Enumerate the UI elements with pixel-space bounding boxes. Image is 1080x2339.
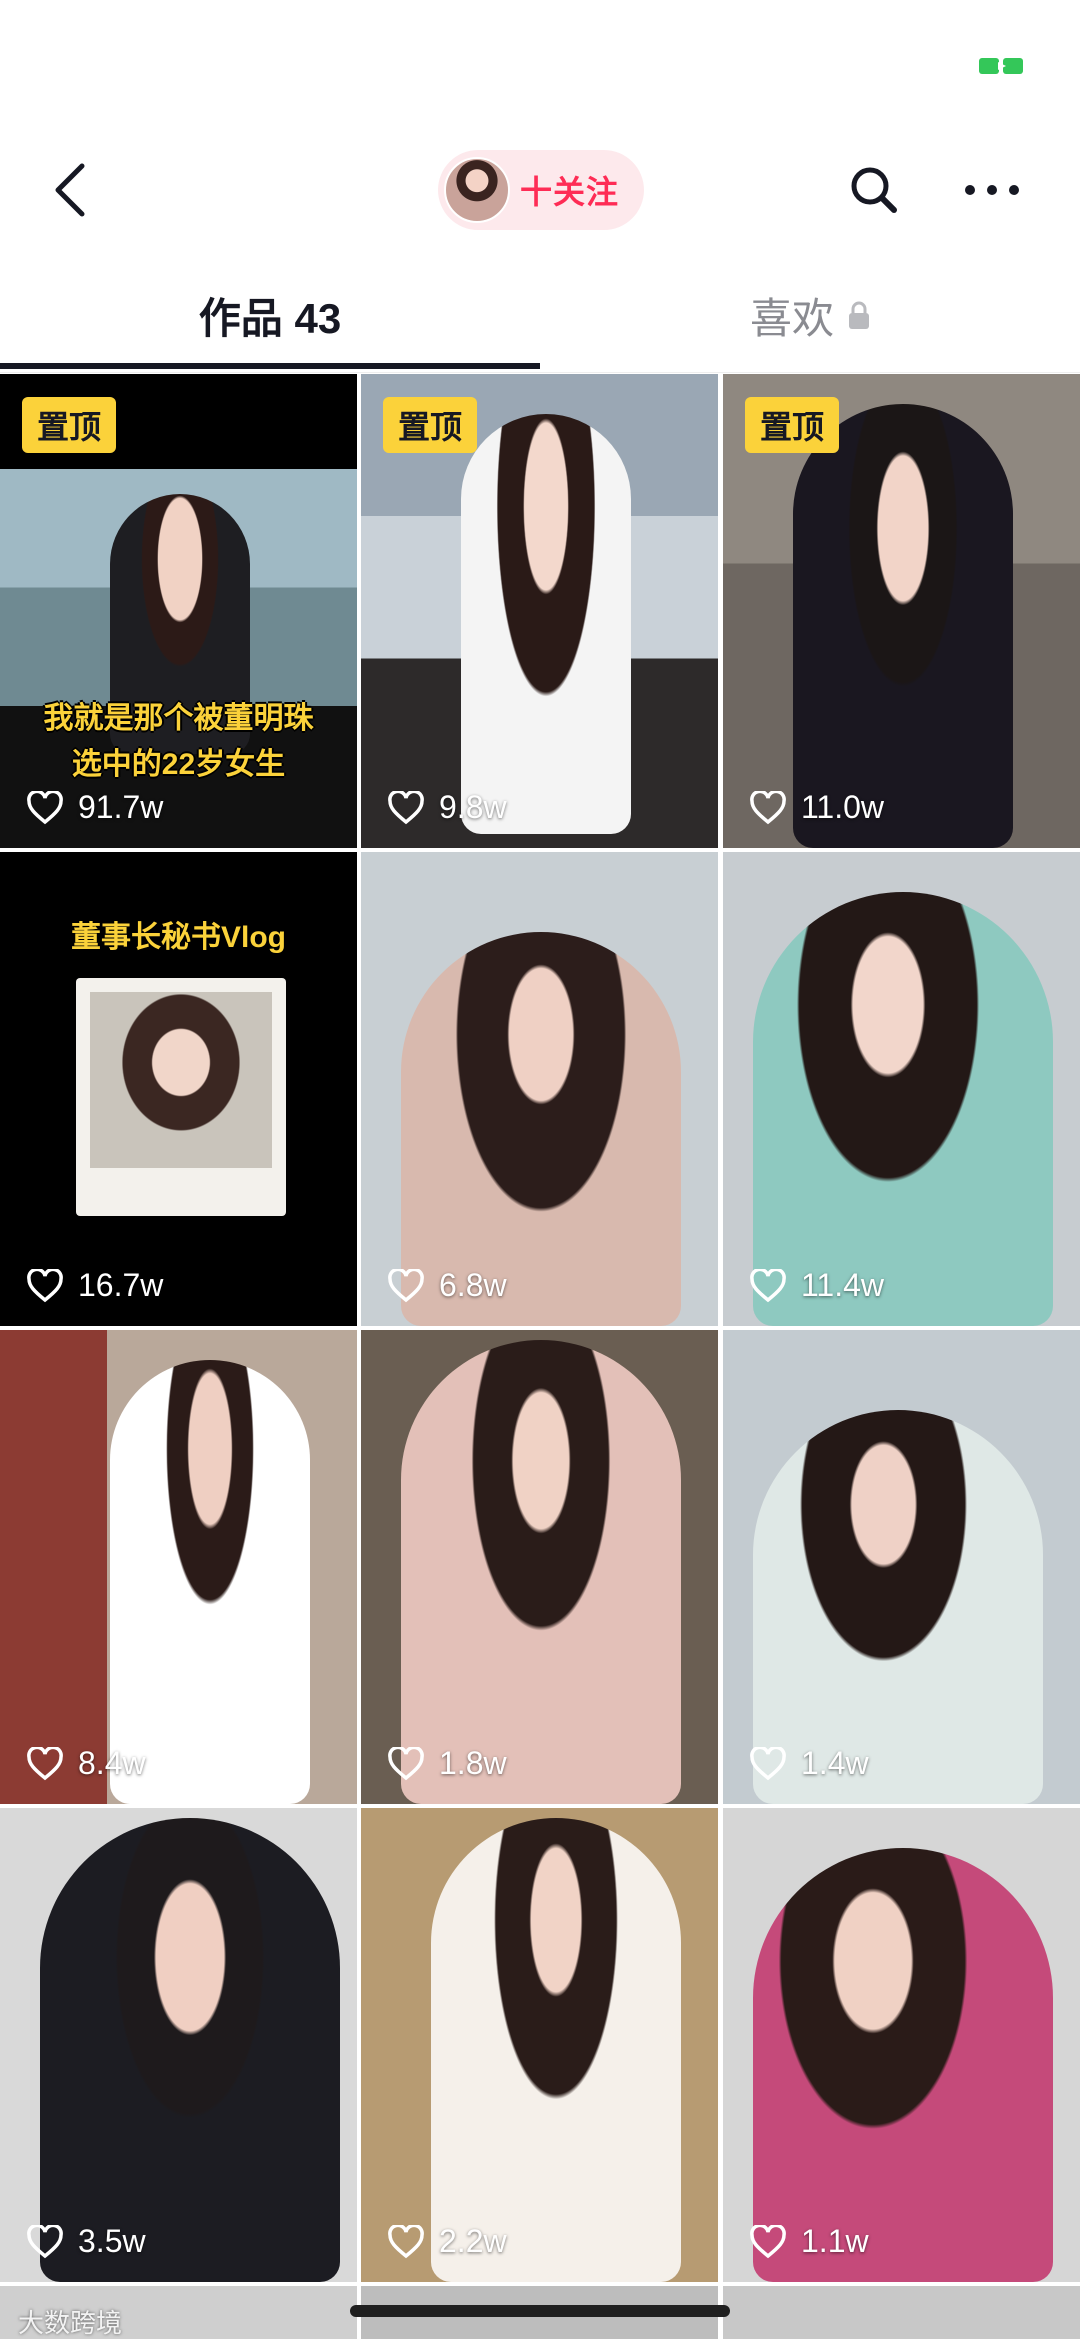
like-count: 1.4w xyxy=(749,1745,869,1782)
tab-works[interactable]: 作品 43 xyxy=(0,265,540,365)
pinned-badge: 置顶 xyxy=(383,397,477,453)
video-card-15[interactable] xyxy=(723,2286,1080,2339)
video-card-4[interactable]: 董事长秘书Vlog 16.7w xyxy=(0,852,357,1326)
heart-icon xyxy=(388,790,424,824)
like-count: 9.8w xyxy=(387,789,507,826)
heart-icon xyxy=(388,2224,424,2258)
video-card-10[interactable]: 3.5w xyxy=(0,1808,357,2282)
video-card-9[interactable]: 1.4w xyxy=(723,1330,1080,1804)
like-count: 1.1w xyxy=(749,2223,869,2260)
search-button[interactable] xyxy=(844,160,904,220)
pinned-badge: 置顶 xyxy=(745,397,839,453)
profile-tabs: 作品 43 喜欢 xyxy=(0,265,1080,373)
video-card-1[interactable]: 我就是那个被董明珠 选中的22岁女生 置顶 91.7w xyxy=(0,374,357,848)
person-silhouette xyxy=(431,1818,681,2282)
home-indicator[interactable] xyxy=(350,2305,730,2317)
person-silhouette xyxy=(40,1818,340,2282)
tab-likes[interactable]: 喜欢 xyxy=(540,265,1080,365)
person-silhouette xyxy=(401,1340,681,1804)
heart-icon xyxy=(388,1268,424,1302)
video-card-7[interactable]: 8.4w xyxy=(0,1330,357,1804)
person-silhouette xyxy=(753,1848,1053,2282)
heart-icon xyxy=(750,2224,786,2258)
video-card-3[interactable]: 置顶 11.0w xyxy=(723,374,1080,848)
video-card-6[interactable]: 11.4w xyxy=(723,852,1080,1326)
video-caption: 董事长秘书Vlog xyxy=(71,921,286,954)
battery-icon xyxy=(979,58,1023,74)
person-silhouette xyxy=(461,414,631,834)
tab-works-label: 作品 43 xyxy=(198,294,342,342)
status-bar xyxy=(0,0,1080,130)
video-caption: 我就是那个被董明珠 选中的22岁女生 xyxy=(43,702,314,781)
like-count: 3.5w xyxy=(26,2223,146,2260)
video-card-8[interactable]: 1.8w xyxy=(361,1330,718,1804)
person-silhouette xyxy=(753,892,1053,1326)
like-count: 2.2w xyxy=(387,2223,507,2260)
like-count: 6.8w xyxy=(387,1267,507,1304)
like-count: 8.4w xyxy=(26,1745,146,1782)
search-icon xyxy=(851,167,897,213)
pinned-badge: 置顶 xyxy=(22,397,116,453)
video-card-12[interactable]: 1.1w xyxy=(723,1808,1080,2282)
back-arrow-icon xyxy=(55,163,85,217)
video-card-5[interactable]: 6.8w xyxy=(361,852,718,1326)
lock-icon xyxy=(849,301,869,329)
back-button[interactable] xyxy=(40,158,100,222)
like-count: 11.0w xyxy=(749,789,884,826)
person-silhouette xyxy=(110,1360,310,1804)
watermark: 大数跨境 xyxy=(18,2308,123,2338)
follow-button[interactable]: 十关注 xyxy=(438,150,644,230)
like-count: 11.4w xyxy=(749,1267,884,1304)
heart-icon xyxy=(27,1268,63,1302)
heart-icon xyxy=(27,1746,63,1780)
follow-label: 十关注 xyxy=(520,174,620,210)
nav-bar: 十关注 xyxy=(0,130,1080,250)
video-card-11[interactable]: 2.2w xyxy=(361,1808,718,2282)
like-count: 16.7w xyxy=(26,1267,163,1304)
more-button[interactable] xyxy=(960,160,1024,220)
heart-icon xyxy=(27,790,63,824)
video-grid: 我就是那个被董明珠 选中的22岁女生 置顶 91.7w 置顶 9.8w 置顶 1… xyxy=(0,374,1080,2339)
tab-active-indicator xyxy=(0,363,540,369)
heart-icon xyxy=(750,790,786,824)
like-count: 1.8w xyxy=(387,1745,507,1782)
video-card-2[interactable]: 置顶 9.8w xyxy=(361,374,718,848)
photo-frame xyxy=(76,978,286,1216)
heart-icon xyxy=(750,1746,786,1780)
more-icon xyxy=(965,185,1019,195)
tab-likes-label: 喜欢 xyxy=(749,294,834,342)
heart-icon xyxy=(388,1746,424,1780)
heart-icon xyxy=(27,2224,63,2258)
person-silhouette xyxy=(793,404,1013,848)
like-count: 91.7w xyxy=(26,789,163,826)
heart-icon xyxy=(750,1268,786,1302)
avatar[interactable] xyxy=(444,157,510,223)
